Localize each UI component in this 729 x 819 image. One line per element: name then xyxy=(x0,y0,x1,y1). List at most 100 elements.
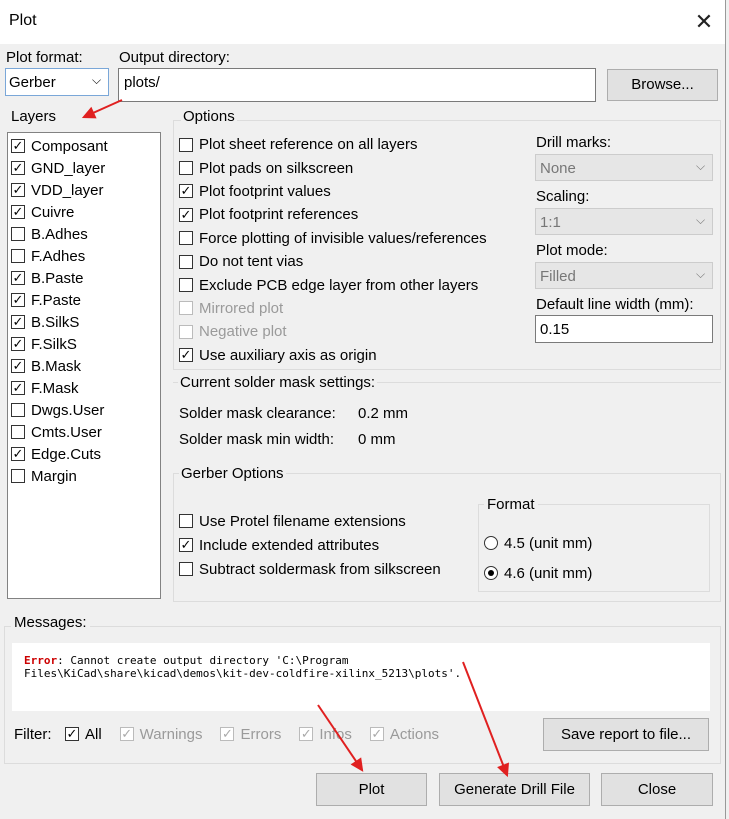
checked-checkbox-icon[interactable]: ✓ xyxy=(179,184,193,199)
unchecked-checkbox-icon[interactable] xyxy=(179,231,193,246)
option-item[interactable]: Force plotting of invisible values/refer… xyxy=(179,227,487,250)
scaling-select[interactable]: 1:1 ⌵ xyxy=(535,208,713,235)
line-width-input[interactable]: 0.15 xyxy=(535,315,713,343)
checked-checkbox-icon[interactable]: ✓ xyxy=(11,271,25,285)
layer-item[interactable]: ✓ Composant xyxy=(11,135,108,157)
checked-checkbox-icon[interactable]: ✓ xyxy=(179,538,193,552)
option-item[interactable]: ✓ Plot footprint references xyxy=(179,203,487,226)
checked-checkbox-icon[interactable]: ✓ xyxy=(11,315,25,329)
checked-checkbox-icon[interactable]: ✓ xyxy=(11,139,25,153)
layer-item[interactable]: F.Adhes xyxy=(11,245,108,267)
gerber-option-item[interactable]: Use Protel filename extensions xyxy=(179,509,441,533)
generate-drill-file-button[interactable]: Generate Drill File xyxy=(439,773,590,806)
layer-item[interactable]: B.Adhes xyxy=(11,223,108,245)
checked-checkbox-icon[interactable]: ✓ xyxy=(11,447,25,461)
layer-item[interactable]: ✓ F.Paste xyxy=(11,289,108,311)
filter-actions-checkbox: ✓ Actions xyxy=(369,723,439,745)
checked-checkbox-icon[interactable]: ✓ xyxy=(11,293,25,307)
output-directory-input[interactable]: plots/ xyxy=(118,68,596,102)
layer-item[interactable]: Dwgs.User xyxy=(11,399,108,421)
filter-label-text: All xyxy=(85,725,102,743)
layer-item[interactable]: ✓ B.SilkS xyxy=(11,311,108,333)
layer-item[interactable]: Cmts.User xyxy=(11,421,108,443)
unchecked-checkbox-icon[interactable] xyxy=(179,562,193,576)
option-label: Negative plot xyxy=(199,323,287,341)
unchecked-checkbox-icon[interactable] xyxy=(179,514,193,528)
drill-marks-select[interactable]: None ⌵ xyxy=(535,154,713,181)
layer-item[interactable]: ✓ Cuivre xyxy=(11,201,108,223)
solder-mask-title: Current solder mask settings: xyxy=(178,374,378,391)
checked-checkbox-icon[interactable]: ✓ xyxy=(11,205,25,219)
option-item: Negative plot xyxy=(179,320,487,343)
layer-item[interactable]: ✓ B.Mask xyxy=(11,355,108,377)
checked-checkbox-icon[interactable]: ✓ xyxy=(11,359,25,373)
unchecked-checkbox-icon[interactable] xyxy=(11,469,25,483)
layer-label: B.SilkS xyxy=(31,313,80,331)
layer-item[interactable]: ✓ GND_layer xyxy=(11,157,108,179)
error-text: : Cannot create output directory 'C:\Pro… xyxy=(57,654,349,667)
close-button[interactable]: Close xyxy=(601,773,713,806)
unchecked-checkbox-icon[interactable] xyxy=(11,227,25,241)
layer-item[interactable]: ✓ VDD_layer xyxy=(11,179,108,201)
gerber-option-item[interactable]: Subtract soldermask from silkscreen xyxy=(179,557,441,581)
save-report-button[interactable]: Save report to file... xyxy=(543,718,709,751)
unchecked-checkbox-icon[interactable] xyxy=(11,249,25,263)
format-radio[interactable]: 4.5 (unit mm) xyxy=(484,528,592,558)
layer-item[interactable]: ✓ B.Paste xyxy=(11,267,108,289)
layer-item[interactable]: ✓ F.Mask xyxy=(11,377,108,399)
option-label: Plot footprint values xyxy=(199,182,331,200)
gerber-option-label: Subtract soldermask from silkscreen xyxy=(199,560,441,578)
unchecked-checkbox-icon[interactable] xyxy=(179,278,193,293)
checked-checkbox-icon[interactable]: ✓ xyxy=(179,207,193,222)
checked-checkbox-icon[interactable]: ✓ xyxy=(11,381,25,395)
option-item[interactable]: ✓ Use auxiliary axis as origin xyxy=(179,344,487,367)
plot-format-select[interactable]: Gerber ⌵ xyxy=(5,68,109,96)
format-radio[interactable]: 4.6 (unit mm) xyxy=(484,558,592,588)
option-label: Force plotting of invisible values/refer… xyxy=(199,229,487,247)
output-directory-value: plots/ xyxy=(124,74,160,91)
checked-checkbox-icon[interactable]: ✓ xyxy=(179,348,193,363)
unchecked-checkbox-icon[interactable] xyxy=(11,403,25,417)
unchecked-checkbox-icon xyxy=(179,301,193,316)
unchecked-checkbox-icon[interactable] xyxy=(179,137,193,152)
output-directory-label: Output directory: xyxy=(119,49,230,66)
option-item[interactable]: Do not tent vias xyxy=(179,250,487,273)
checked-checkbox-icon[interactable]: ✓ xyxy=(11,161,25,175)
option-item[interactable]: Plot sheet reference on all layers xyxy=(179,133,487,156)
option-label: Mirrored plot xyxy=(199,299,284,317)
plot-button[interactable]: Plot xyxy=(316,773,427,806)
checked-checkbox-icon[interactable]: ✓ xyxy=(11,183,25,197)
layers-list: ✓ Composant ✓ GND_layer ✓ VDD_layer ✓ Cuivre B.A… xyxy=(7,132,161,599)
filter-label-text: Errors xyxy=(240,725,282,743)
plot-mode-select[interactable]: Filled ⌵ xyxy=(535,262,713,289)
unchecked-checkbox-icon[interactable] xyxy=(179,254,193,269)
checked-checkbox-icon: ✓ xyxy=(299,726,314,741)
error-message-line1: Error: Cannot create output directory 'C… xyxy=(24,654,349,668)
unchecked-checkbox-icon[interactable] xyxy=(179,161,193,176)
layer-item[interactable]: ✓ Edge.Cuts xyxy=(11,443,108,465)
chevron-down-icon: ⌵ xyxy=(92,73,102,87)
option-item[interactable]: ✓ Plot footprint values xyxy=(179,180,487,203)
checked-checkbox-icon: ✓ xyxy=(119,726,134,741)
close-icon[interactable]: ✕ xyxy=(688,6,720,38)
radio-icon[interactable] xyxy=(484,536,498,550)
layer-item[interactable]: ✓ F.SilkS xyxy=(11,333,108,355)
radio-icon[interactable] xyxy=(484,566,498,580)
gerber-option-item[interactable]: ✓ Include extended attributes xyxy=(179,533,441,557)
layer-label: F.SilkS xyxy=(31,335,77,353)
scaling-label: Scaling: xyxy=(536,188,590,205)
option-label: Plot sheet reference on all layers xyxy=(199,136,418,154)
error-message-line2: Files\KiCad\share\kicad\demos\kit-dev-co… xyxy=(24,667,462,680)
checked-checkbox-icon[interactable]: ✓ xyxy=(11,337,25,351)
filter-all-checkbox[interactable]: ✓ All xyxy=(65,723,102,745)
format-label: 4.5 (unit mm) xyxy=(504,534,593,552)
line-width-value: 0.15 xyxy=(540,321,570,338)
layer-item[interactable]: Margin xyxy=(11,465,108,487)
gerber-option-label: Include extended attributes xyxy=(199,536,380,554)
browse-button[interactable]: Browse... xyxy=(607,69,718,101)
layer-label: Cuivre xyxy=(31,203,75,221)
option-item[interactable]: Exclude PCB edge layer from other layers xyxy=(179,273,487,296)
unchecked-checkbox-icon[interactable] xyxy=(11,425,25,439)
checked-checkbox-icon[interactable]: ✓ xyxy=(65,727,79,741)
option-item[interactable]: Plot pads on silkscreen xyxy=(179,156,487,179)
